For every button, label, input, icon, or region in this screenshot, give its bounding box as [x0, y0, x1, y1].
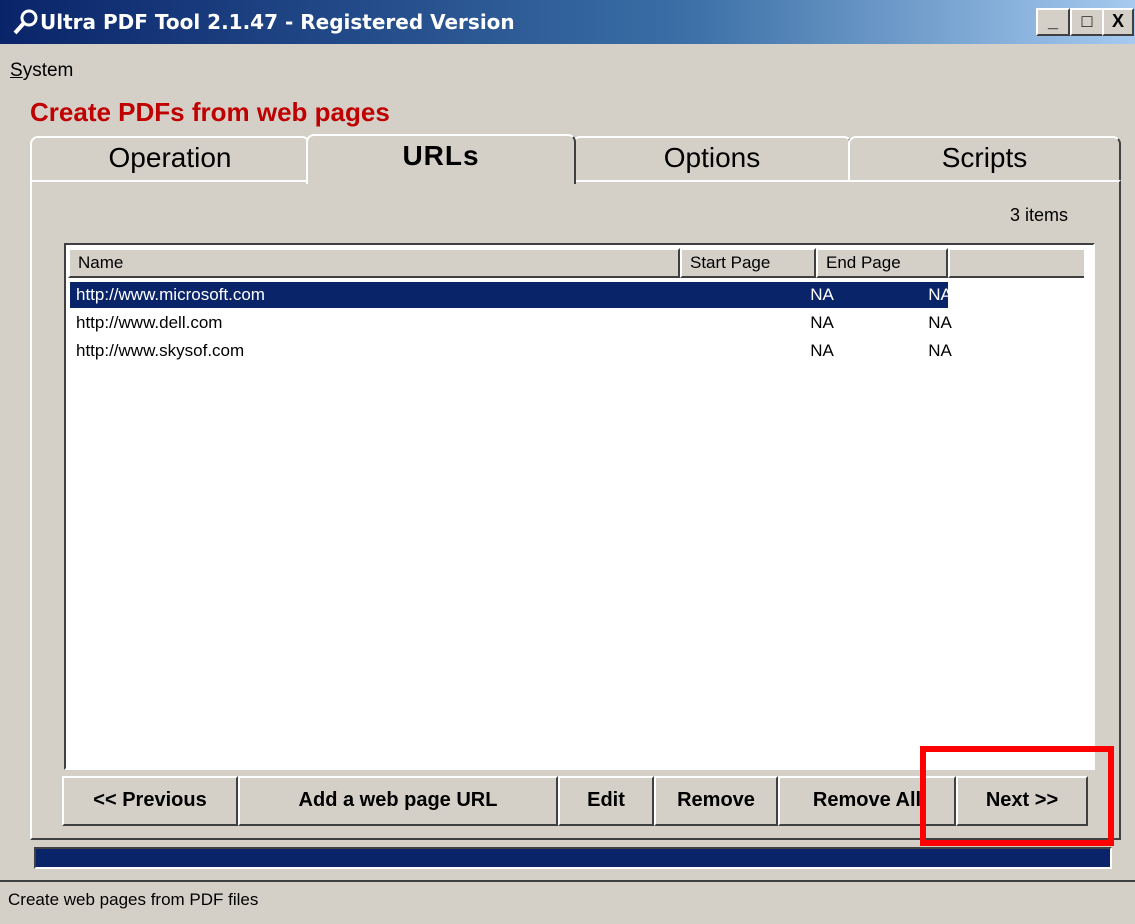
list-item-end-page: NA	[928, 313, 952, 332]
page-heading: Create PDFs from web pages	[30, 97, 390, 127]
list-item-name: http://www.skysof.com	[76, 341, 245, 360]
items-count: 3 items	[1010, 205, 1069, 225]
list-item-name: http://www.dell.com	[76, 313, 223, 332]
tab-operation[interactable]: Operation	[30, 136, 310, 180]
add-url-button[interactable]: Add a web page URL	[238, 776, 558, 826]
list-item[interactable]: http://www.dell.com NA NA	[70, 310, 952, 336]
status-text: Create web pages from PDF files	[8, 890, 259, 909]
list-item[interactable]: http://www.skysof.com NA NA	[70, 338, 952, 364]
list-item-name: http://www.microsoft.com	[76, 285, 265, 304]
menu-system[interactable]: System	[10, 60, 73, 82]
progress-bar	[34, 847, 1112, 869]
list-item-end-page: NA	[928, 285, 952, 304]
list-item-start-page: NA	[810, 285, 834, 304]
edit-button[interactable]: Edit	[558, 776, 654, 826]
column-header-name[interactable]: Name	[68, 248, 680, 278]
close-button[interactable]: X	[1102, 8, 1134, 36]
minimize-button[interactable]: _	[1036, 8, 1070, 36]
magnifier-icon	[13, 9, 38, 35]
window-title: Ultra PDF Tool 2.1.47 - Registered Versi…	[40, 10, 515, 34]
tab-scripts[interactable]: Scripts	[848, 136, 1121, 180]
previous-button[interactable]: << Previous	[62, 776, 238, 826]
red-highlight-annotation	[920, 746, 1114, 846]
menu-system-label: ystem	[22, 60, 74, 81]
title-bar: Ultra PDF Tool 2.1.47 - Registered Versi…	[0, 0, 1135, 44]
list-item[interactable]: http://www.microsoft.com NA NA	[70, 282, 952, 308]
maximize-button[interactable]: □	[1070, 8, 1104, 36]
menu-system-accel: S	[10, 60, 23, 81]
list-item-end-page: NA	[928, 341, 952, 360]
tab-urls[interactable]: URLs	[306, 134, 576, 184]
list-item-start-page: NA	[810, 341, 834, 360]
column-header-end-page[interactable]: End Page	[816, 248, 948, 278]
column-header-start-page[interactable]: Start Page	[680, 248, 816, 278]
remove-button[interactable]: Remove	[654, 776, 778, 826]
list-item-start-page: NA	[810, 313, 834, 332]
column-header-filler	[948, 248, 1084, 278]
tab-options[interactable]: Options	[572, 136, 852, 180]
